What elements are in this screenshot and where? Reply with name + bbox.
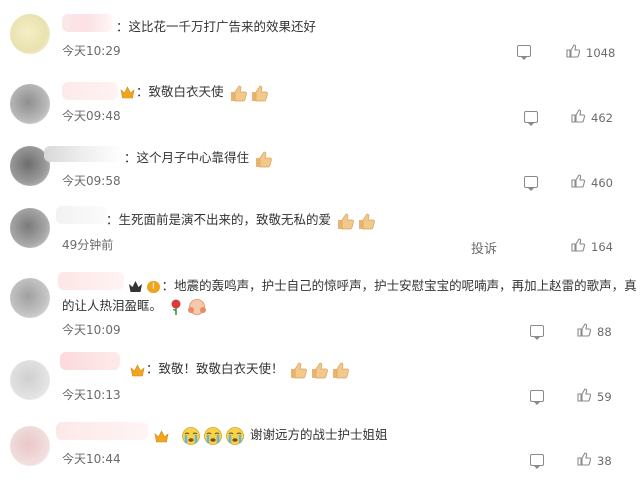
like-count: 59 bbox=[597, 390, 612, 404]
thumbs-up-emoji bbox=[230, 85, 247, 101]
username-blurred[interactable] bbox=[56, 206, 106, 224]
thumbs-up-icon[interactable] bbox=[577, 452, 591, 466]
avatar[interactable] bbox=[10, 360, 50, 400]
thumbs-up-icon[interactable] bbox=[571, 238, 585, 252]
thumbs-up-icon[interactable] bbox=[577, 323, 591, 337]
like-count: 38 bbox=[597, 454, 612, 468]
crying-face-emoji bbox=[204, 426, 222, 445]
comment-time: 49分钟前 bbox=[62, 238, 114, 252]
thumbs-up-icon[interactable] bbox=[571, 109, 585, 123]
thumbs-up-emoji bbox=[290, 362, 307, 378]
comment-icon[interactable] bbox=[524, 111, 538, 126]
username-blurred[interactable] bbox=[56, 422, 148, 440]
comment-time: 今天10:44 bbox=[62, 452, 121, 466]
comment-icon[interactable] bbox=[524, 176, 538, 191]
comment-icon[interactable] bbox=[530, 325, 544, 340]
thumbs-up-emoji bbox=[311, 362, 328, 378]
comment-text: 谢谢远方的战士护士姐姐 bbox=[180, 425, 388, 446]
comment-text-content: ：致敬！致敬白衣天使！ bbox=[146, 361, 284, 376]
thumbs-up-emoji bbox=[256, 151, 272, 167]
comment-text: ：生死面前是演不出来的，致敬无私的爱 bbox=[106, 210, 377, 230]
rose-emoji bbox=[171, 299, 181, 315]
comment-item: ：这比花一千万打广告来的效果还好 今天10:29 1048 bbox=[0, 0, 644, 64]
crown-icon bbox=[120, 86, 135, 99]
comment-text-content: ：生死面前是演不出来的，致敬无私的爱 bbox=[106, 212, 332, 227]
username-blurred[interactable] bbox=[60, 352, 120, 370]
comment-item: I ：地震的轰鸣声，护士自己的惊呼声，护士安慰宝宝的呢喃声，再加上赵雷的歌声，真的… bbox=[0, 260, 644, 346]
comment-time: 今天09:58 bbox=[62, 174, 121, 188]
thumbs-up-emoji bbox=[251, 85, 268, 101]
avatar[interactable] bbox=[10, 208, 50, 248]
comment-time: 今天10:13 bbox=[62, 388, 121, 402]
comment-text: ：致敬！致敬白衣天使！ bbox=[146, 359, 351, 379]
thumbs-up-icon[interactable] bbox=[577, 388, 591, 402]
avatar[interactable] bbox=[10, 278, 50, 318]
crown-icon bbox=[130, 364, 145, 377]
crown-icon bbox=[129, 281, 142, 292]
comment-item: ：这个月子中心靠得住 今天09:58 460 bbox=[0, 130, 644, 196]
username-blurred[interactable] bbox=[62, 82, 118, 100]
comment-text-content: ：致敬白衣天使 bbox=[136, 84, 224, 99]
like-count: 164 bbox=[591, 240, 613, 254]
avatar[interactable] bbox=[10, 84, 50, 124]
thumbs-up-emoji bbox=[359, 213, 375, 229]
avatar[interactable] bbox=[10, 14, 50, 54]
comment-text: ：这比花一千万打广告来的效果还好 bbox=[116, 19, 317, 34]
crying-face-emoji bbox=[226, 426, 244, 445]
comment-time: 今天10:29 bbox=[62, 44, 121, 58]
thumbs-up-icon[interactable] bbox=[566, 44, 580, 58]
like-count: 460 bbox=[591, 176, 613, 190]
comment-icon[interactable] bbox=[530, 454, 544, 469]
comment-item: ：生死面前是演不出来的，致敬无私的爱 49分钟前 投诉 164 bbox=[0, 196, 644, 260]
comment-text: I ：地震的轰鸣声，护士自己的惊呼声，护士安慰宝宝的呢喃声，再加上赵雷的歌声，真的… bbox=[62, 276, 642, 316]
comment-icon[interactable] bbox=[530, 390, 544, 405]
like-count: 88 bbox=[597, 325, 612, 339]
comment-time: 今天10:09 bbox=[62, 323, 121, 337]
like-count: 462 bbox=[591, 111, 613, 125]
crown-icon bbox=[154, 430, 169, 443]
crying-face-emoji bbox=[182, 426, 200, 445]
thumbs-up-emoji bbox=[332, 362, 349, 378]
comment-time: 今天09:48 bbox=[62, 109, 121, 123]
comment-text: ：这个月子中心靠得住 bbox=[124, 148, 274, 168]
avatar[interactable] bbox=[10, 426, 50, 466]
level-badge: I bbox=[147, 280, 160, 293]
comment-item: ：致敬白衣天使 今天09:48 462 bbox=[0, 64, 644, 130]
report-button[interactable]: 投诉 bbox=[471, 238, 497, 257]
comment-text-content: ：这个月子中心靠得住 bbox=[124, 150, 250, 165]
comment-item: 谢谢远方的战士护士姐姐 今天10:44 38 bbox=[0, 412, 644, 479]
comment-item: ：致敬！致敬白衣天使！ 今天10:13 59 bbox=[0, 346, 644, 412]
thumbs-up-icon[interactable] bbox=[571, 174, 585, 188]
like-count: 1048 bbox=[586, 46, 616, 60]
thumbs-up-emoji bbox=[338, 213, 354, 229]
comment-icon[interactable] bbox=[517, 45, 531, 60]
username-blurred[interactable] bbox=[62, 14, 112, 32]
username-blurred[interactable] bbox=[44, 146, 122, 162]
comment-text: ：致敬白衣天使 bbox=[136, 82, 270, 102]
hug-emoji bbox=[188, 298, 206, 315]
comment-text-content: 谢谢远方的战士护士姐姐 bbox=[249, 427, 388, 442]
